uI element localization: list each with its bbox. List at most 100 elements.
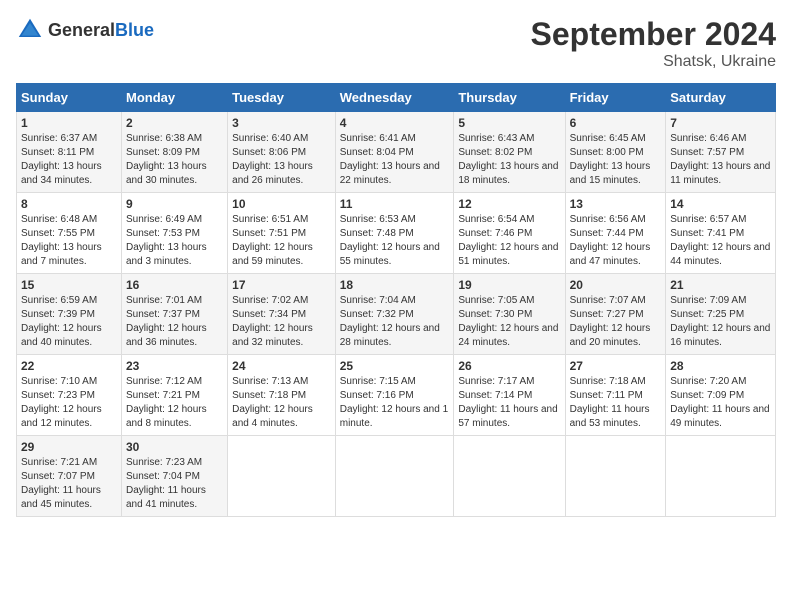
day-6: 6 Sunrise: 6:45 AMSunset: 8:00 PMDayligh… — [565, 112, 666, 193]
day-info-5: Sunrise: 6:43 AMSunset: 8:02 PMDaylight:… — [458, 132, 560, 188]
day-info-28: Sunrise: 7:20 AMSunset: 7:09 PMDaylight:… — [670, 375, 771, 431]
calendar-header-row: Sunday Monday Tuesday Wednesday Thursday… — [17, 84, 776, 112]
day-num-22: 22 — [21, 359, 117, 373]
day-num-13: 13 — [570, 197, 662, 211]
day-num-9: 9 — [126, 197, 223, 211]
header-wednesday: Wednesday — [335, 84, 454, 112]
day-num-1: 1 — [21, 116, 117, 130]
day-24: 24 Sunrise: 7:13 AMSunset: 7:18 PMDaylig… — [228, 355, 336, 436]
day-num-14: 14 — [670, 197, 771, 211]
day-25: 25 Sunrise: 7:15 AMSunset: 7:16 PMDaylig… — [335, 355, 454, 436]
day-info-15: Sunrise: 6:59 AMSunset: 7:39 PMDaylight:… — [21, 294, 117, 350]
day-22: 22 Sunrise: 7:10 AMSunset: 7:23 PMDaylig… — [17, 355, 122, 436]
header-thursday: Thursday — [454, 84, 565, 112]
day-26: 26 Sunrise: 7:17 AMSunset: 7:14 PMDaylig… — [454, 355, 565, 436]
day-num-29: 29 — [21, 440, 117, 454]
day-20: 20 Sunrise: 7:07 AMSunset: 7:27 PMDaylig… — [565, 274, 666, 355]
day-info-24: Sunrise: 7:13 AMSunset: 7:18 PMDaylight:… — [232, 375, 331, 431]
week-row-5: 29 Sunrise: 7:21 AMSunset: 7:07 PMDaylig… — [17, 436, 776, 517]
day-3: 3 Sunrise: 6:40 AMSunset: 8:06 PMDayligh… — [228, 112, 336, 193]
day-info-26: Sunrise: 7:17 AMSunset: 7:14 PMDaylight:… — [458, 375, 560, 431]
day-1: 1 Sunrise: 6:37 AMSunset: 8:11 PMDayligh… — [17, 112, 122, 193]
day-info-12: Sunrise: 6:54 AMSunset: 7:46 PMDaylight:… — [458, 213, 560, 269]
week-row-3: 15 Sunrise: 6:59 AMSunset: 7:39 PMDaylig… — [17, 274, 776, 355]
day-info-30: Sunrise: 7:23 AMSunset: 7:04 PMDaylight:… — [126, 456, 223, 512]
day-num-15: 15 — [21, 278, 117, 292]
day-info-4: Sunrise: 6:41 AMSunset: 8:04 PMDaylight:… — [340, 132, 450, 188]
day-30: 30 Sunrise: 7:23 AMSunset: 7:04 PMDaylig… — [121, 436, 227, 517]
day-18: 18 Sunrise: 7:04 AMSunset: 7:32 PMDaylig… — [335, 274, 454, 355]
logo-icon — [16, 16, 44, 44]
day-info-16: Sunrise: 7:01 AMSunset: 7:37 PMDaylight:… — [126, 294, 223, 350]
day-2: 2 Sunrise: 6:38 AMSunset: 8:09 PMDayligh… — [121, 112, 227, 193]
day-16: 16 Sunrise: 7:01 AMSunset: 7:37 PMDaylig… — [121, 274, 227, 355]
day-12: 12 Sunrise: 6:54 AMSunset: 7:46 PMDaylig… — [454, 193, 565, 274]
week-row-2: 8 Sunrise: 6:48 AMSunset: 7:55 PMDayligh… — [17, 193, 776, 274]
day-10: 10 Sunrise: 6:51 AMSunset: 7:51 PMDaylig… — [228, 193, 336, 274]
calendar-body: 1 Sunrise: 6:37 AMSunset: 8:11 PMDayligh… — [17, 112, 776, 517]
day-info-22: Sunrise: 7:10 AMSunset: 7:23 PMDaylight:… — [21, 375, 117, 431]
day-num-21: 21 — [670, 278, 771, 292]
empty-cell-5 — [666, 436, 776, 517]
day-21: 21 Sunrise: 7:09 AMSunset: 7:25 PMDaylig… — [666, 274, 776, 355]
day-num-11: 11 — [340, 197, 450, 211]
day-info-25: Sunrise: 7:15 AMSunset: 7:16 PMDaylight:… — [340, 375, 450, 431]
day-11: 11 Sunrise: 6:53 AMSunset: 7:48 PMDaylig… — [335, 193, 454, 274]
day-info-19: Sunrise: 7:05 AMSunset: 7:30 PMDaylight:… — [458, 294, 560, 350]
day-num-17: 17 — [232, 278, 331, 292]
day-info-17: Sunrise: 7:02 AMSunset: 7:34 PMDaylight:… — [232, 294, 331, 350]
day-info-11: Sunrise: 6:53 AMSunset: 7:48 PMDaylight:… — [340, 213, 450, 269]
day-num-26: 26 — [458, 359, 560, 373]
day-num-4: 4 — [340, 116, 450, 130]
day-info-1: Sunrise: 6:37 AMSunset: 8:11 PMDaylight:… — [21, 132, 117, 188]
day-num-20: 20 — [570, 278, 662, 292]
day-8: 8 Sunrise: 6:48 AMSunset: 7:55 PMDayligh… — [17, 193, 122, 274]
empty-cell-4 — [565, 436, 666, 517]
day-info-18: Sunrise: 7:04 AMSunset: 7:32 PMDaylight:… — [340, 294, 450, 350]
day-num-24: 24 — [232, 359, 331, 373]
day-num-7: 7 — [670, 116, 771, 130]
day-num-2: 2 — [126, 116, 223, 130]
day-5: 5 Sunrise: 6:43 AMSunset: 8:02 PMDayligh… — [454, 112, 565, 193]
header-tuesday: Tuesday — [228, 84, 336, 112]
day-num-27: 27 — [570, 359, 662, 373]
title-block: September 2024 Shatsk, Ukraine — [531, 16, 776, 71]
day-info-8: Sunrise: 6:48 AMSunset: 7:55 PMDaylight:… — [21, 213, 117, 269]
logo-blue: Blue — [115, 20, 154, 40]
day-info-23: Sunrise: 7:12 AMSunset: 7:21 PMDaylight:… — [126, 375, 223, 431]
header-friday: Friday — [565, 84, 666, 112]
day-15: 15 Sunrise: 6:59 AMSunset: 7:39 PMDaylig… — [17, 274, 122, 355]
week-row-4: 22 Sunrise: 7:10 AMSunset: 7:23 PMDaylig… — [17, 355, 776, 436]
header-monday: Monday — [121, 84, 227, 112]
day-info-7: Sunrise: 6:46 AMSunset: 7:57 PMDaylight:… — [670, 132, 771, 188]
day-info-3: Sunrise: 6:40 AMSunset: 8:06 PMDaylight:… — [232, 132, 331, 188]
day-info-13: Sunrise: 6:56 AMSunset: 7:44 PMDaylight:… — [570, 213, 662, 269]
day-29: 29 Sunrise: 7:21 AMSunset: 7:07 PMDaylig… — [17, 436, 122, 517]
page-header: GeneralBlue September 2024 Shatsk, Ukrai… — [16, 16, 776, 71]
logo-general: General — [48, 20, 115, 40]
week-row-1: 1 Sunrise: 6:37 AMSunset: 8:11 PMDayligh… — [17, 112, 776, 193]
day-num-16: 16 — [126, 278, 223, 292]
header-saturday: Saturday — [666, 84, 776, 112]
day-num-6: 6 — [570, 116, 662, 130]
header-sunday: Sunday — [17, 84, 122, 112]
day-num-10: 10 — [232, 197, 331, 211]
day-num-8: 8 — [21, 197, 117, 211]
day-14: 14 Sunrise: 6:57 AMSunset: 7:41 PMDaylig… — [666, 193, 776, 274]
day-num-3: 3 — [232, 116, 331, 130]
day-num-25: 25 — [340, 359, 450, 373]
day-num-5: 5 — [458, 116, 560, 130]
day-info-21: Sunrise: 7:09 AMSunset: 7:25 PMDaylight:… — [670, 294, 771, 350]
day-4: 4 Sunrise: 6:41 AMSunset: 8:04 PMDayligh… — [335, 112, 454, 193]
empty-cell-1 — [228, 436, 336, 517]
day-num-12: 12 — [458, 197, 560, 211]
empty-cell-2 — [335, 436, 454, 517]
day-info-2: Sunrise: 6:38 AMSunset: 8:09 PMDaylight:… — [126, 132, 223, 188]
day-info-27: Sunrise: 7:18 AMSunset: 7:11 PMDaylight:… — [570, 375, 662, 431]
page-subtitle: Shatsk, Ukraine — [531, 53, 776, 71]
day-num-19: 19 — [458, 278, 560, 292]
page-title: September 2024 — [531, 16, 776, 53]
day-7: 7 Sunrise: 6:46 AMSunset: 7:57 PMDayligh… — [666, 112, 776, 193]
day-num-23: 23 — [126, 359, 223, 373]
day-num-30: 30 — [126, 440, 223, 454]
